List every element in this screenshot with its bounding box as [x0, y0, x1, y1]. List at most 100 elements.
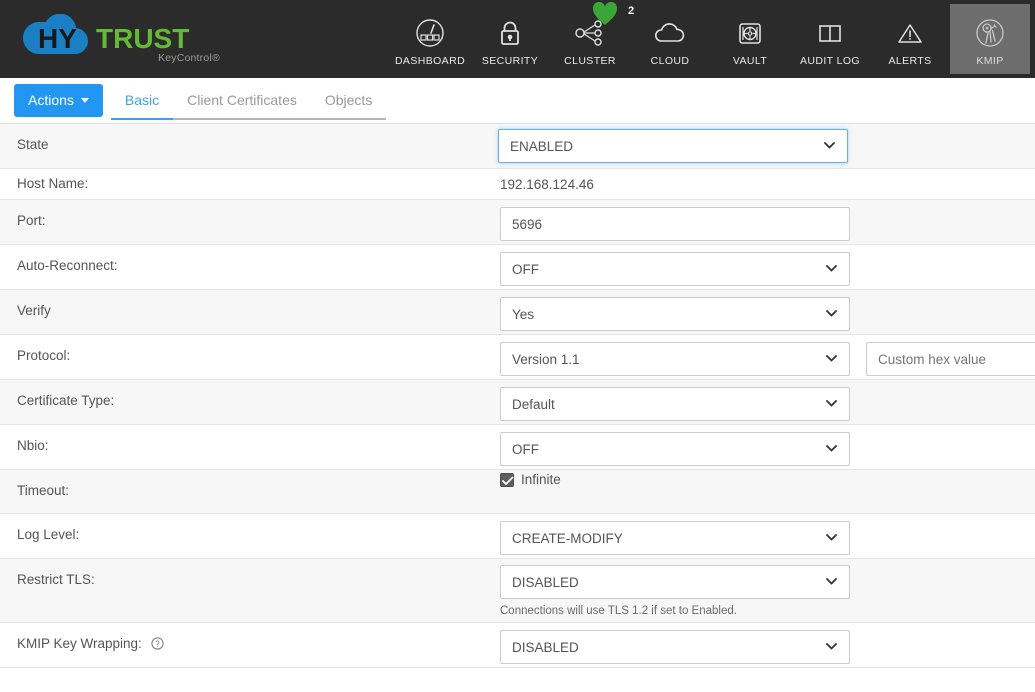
svg-text:?: ?: [155, 640, 160, 649]
field-label-text: KMIP Key Wrapping:: [17, 636, 142, 651]
dashboard-gauge-icon: [415, 14, 445, 52]
actions-button-label: Actions: [28, 92, 74, 108]
log-level-select[interactable]: CREATE-MODIFY: [500, 521, 850, 555]
svg-text:TRUST: TRUST: [96, 23, 189, 54]
nav-label: CLOUD: [650, 54, 690, 67]
tab-underline: [310, 118, 387, 120]
chevron-down-icon: [826, 265, 837, 272]
brand-subtitle: KeyControl®: [158, 52, 220, 64]
tab-basic[interactable]: Basic: [110, 82, 174, 120]
brand-logo[interactable]: HY TRUST KeyControl®: [0, 0, 390, 78]
tab-underline: [173, 118, 311, 120]
nav-items: DASHBOARD SECURITY 2 CLUSTER CLOUD VAULT…: [390, 0, 1035, 78]
timeout-infinite-label: Infinite: [521, 472, 561, 487]
field-label: Timeout:: [17, 483, 70, 498]
tab-label: Client Certificates: [187, 92, 297, 108]
log-level-value: CREATE-MODIFY: [512, 530, 623, 546]
form-row-verify: Verify Yes: [0, 290, 1035, 335]
field-label: Port:: [17, 213, 46, 228]
timeout-infinite-checkbox[interactable]: [500, 472, 514, 487]
keys-circle-icon: [973, 14, 1007, 52]
cluster-alert-badge: 2: [592, 1, 634, 26]
form-row-auto-reconnect: Auto-Reconnect: OFF: [0, 245, 1035, 290]
padlock-icon: [495, 14, 525, 52]
field-label: State: [17, 137, 49, 152]
restrict-tls-select[interactable]: DISABLED: [500, 565, 850, 599]
tab-label: Basic: [124, 92, 160, 108]
custom-hex-value-input[interactable]: [866, 342, 1035, 376]
chevron-down-icon: [826, 400, 837, 407]
host-name-value: 192.168.124.46: [500, 177, 594, 192]
form-row-protocol: Protocol: Version 1.1: [0, 335, 1035, 380]
field-label: KMIP Key Wrapping: ?: [0, 636, 500, 653]
nbio-select[interactable]: OFF: [500, 432, 850, 466]
nav-item-alerts[interactable]: ALERTS: [870, 0, 950, 78]
certificate-type-select[interactable]: Default: [500, 387, 850, 421]
state-select[interactable]: ENABLED: [498, 129, 848, 163]
nav-item-dashboard[interactable]: DASHBOARD: [390, 0, 470, 78]
form-row-host-name: Host Name: 192.168.124.46: [0, 169, 1035, 200]
kmip-key-wrapping-select[interactable]: DISABLED: [500, 630, 850, 664]
chevron-down-icon: [826, 643, 837, 650]
port-input[interactable]: 5696: [500, 207, 850, 241]
vault-safe-icon: [735, 14, 765, 52]
form-row-state: State ENABLED: [0, 124, 1035, 169]
chevron-down-icon: [826, 310, 837, 317]
field-label: Restrict TLS:: [17, 572, 95, 587]
toolbar-tabs-bar: Actions Basic Client Certificates Object…: [0, 78, 1035, 124]
nav-label: AUDIT LOG: [799, 54, 860, 67]
top-navigation-bar: HY TRUST KeyControl® DASHBOARD SECURITY …: [0, 0, 1035, 78]
hytrust-logo-icon: HY TRUST: [23, 14, 189, 55]
form-row-port: Port: 5696: [0, 200, 1035, 245]
actions-button[interactable]: Actions: [14, 84, 103, 117]
restrict-tls-hint: Connections will use TLS 1.2 if set to E…: [500, 605, 737, 617]
chevron-down-icon: [826, 445, 837, 452]
verify-value: Yes: [512, 306, 535, 322]
warning-triangle-icon: [894, 14, 926, 52]
nav-label: KMIP: [976, 54, 1004, 67]
nav-label: DASHBOARD: [394, 54, 466, 67]
form-row-timeout: Timeout: Infinite: [0, 470, 1035, 514]
auto-reconnect-select[interactable]: OFF: [500, 252, 850, 286]
field-label: Host Name:: [17, 176, 89, 191]
chevron-down-icon: [824, 142, 835, 149]
kmip-key-wrapping-value: DISABLED: [512, 639, 579, 655]
nav-item-security[interactable]: SECURITY: [470, 0, 550, 78]
field-label: Nbio:: [17, 438, 49, 453]
help-question-icon[interactable]: ?: [150, 637, 164, 653]
nav-label: CLUSTER: [564, 54, 616, 67]
chevron-down-icon: [826, 578, 837, 585]
nav-item-kmip[interactable]: KMIP: [950, 4, 1030, 74]
svg-text:HY: HY: [38, 23, 77, 54]
tab-client-certificates[interactable]: Client Certificates: [173, 82, 311, 120]
field-label: Certificate Type:: [17, 393, 115, 408]
nav-item-vault[interactable]: VAULT: [710, 0, 790, 78]
field-label: Protocol:: [17, 348, 71, 363]
restrict-tls-value: DISABLED: [512, 574, 579, 590]
cluster-badge-count: 2: [627, 5, 635, 17]
field-label: Log Level:: [17, 527, 80, 542]
chevron-down-icon: [80, 97, 89, 103]
state-select-value: ENABLED: [510, 138, 574, 154]
nbio-value: OFF: [512, 441, 539, 457]
nav-label: SECURITY: [481, 54, 539, 67]
verify-select[interactable]: Yes: [500, 297, 850, 331]
form-row-log-level: Log Level: CREATE-MODIFY: [0, 514, 1035, 559]
form-row-restrict-tls: Restrict TLS: DISABLED Connections will …: [0, 559, 1035, 623]
tab-underline: [110, 118, 174, 120]
form-row-nbio: Nbio: OFF: [0, 425, 1035, 470]
chevron-down-icon: [826, 534, 837, 541]
form-row-certificate-type: Certificate Type: Default: [0, 380, 1035, 425]
nav-label: ALERTS: [888, 54, 932, 67]
nav-item-cluster[interactable]: 2 CLUSTER: [550, 0, 634, 78]
nav-item-audit-log[interactable]: AUDIT LOG: [790, 0, 870, 78]
tab-objects[interactable]: Objects: [310, 82, 387, 120]
protocol-value: Version 1.1: [512, 351, 580, 367]
auto-reconnect-value: OFF: [512, 261, 539, 277]
port-input-value: 5696: [512, 216, 543, 232]
form-row-kmip-key-wrapping: KMIP Key Wrapping: ? DISABLED: [0, 623, 1035, 668]
nav-label: VAULT: [732, 54, 768, 67]
cloud-icon: [653, 14, 687, 52]
protocol-select[interactable]: Version 1.1: [500, 342, 850, 376]
field-label: Verify: [17, 303, 51, 318]
